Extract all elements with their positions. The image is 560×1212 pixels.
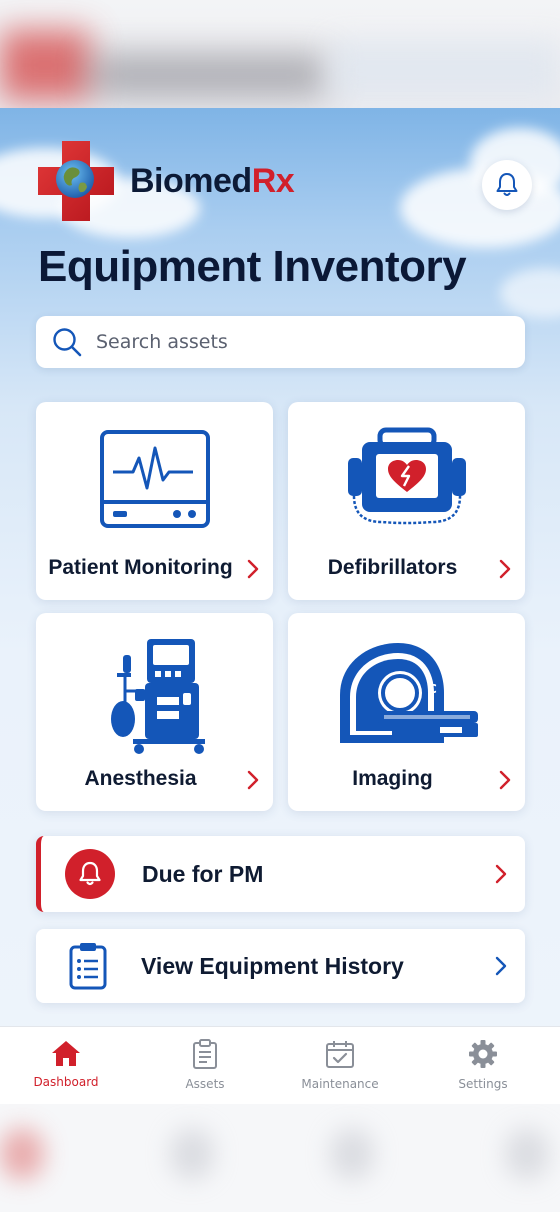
search-bar[interactable] bbox=[36, 316, 525, 368]
tab-settings[interactable]: Settings bbox=[428, 1039, 538, 1091]
category-label: Defibrillators bbox=[327, 556, 458, 579]
anesthesia-machine-icon bbox=[110, 639, 205, 754]
tab-label: Maintenance bbox=[301, 1077, 379, 1091]
chevron-right-icon bbox=[495, 864, 507, 884]
brand-name: BiomedRx bbox=[130, 161, 295, 200]
bell-badge bbox=[65, 849, 115, 899]
category-card-imaging[interactable]: C Imaging bbox=[288, 613, 525, 811]
tab-label: Assets bbox=[185, 1077, 225, 1091]
svg-text:C: C bbox=[428, 682, 437, 696]
category-card-anesthesia[interactable]: Anesthesia bbox=[36, 613, 273, 811]
ct-scanner-icon: C bbox=[339, 643, 478, 743]
tab-dashboard[interactable]: Dashboard bbox=[11, 1039, 121, 1089]
category-card-patient-monitoring[interactable]: Patient Monitoring bbox=[36, 402, 273, 600]
tab-label: Dashboard bbox=[33, 1075, 99, 1089]
notifications-button[interactable] bbox=[482, 160, 532, 210]
category-label: Imaging bbox=[352, 767, 433, 790]
gear-icon bbox=[469, 1040, 497, 1068]
app-screen: BiomedRx Equipment Inventory Pati bbox=[0, 108, 560, 1104]
category-label: Anesthesia bbox=[84, 767, 197, 790]
calendar-check-icon bbox=[326, 1041, 354, 1068]
category-card-defibrillators[interactable]: Defibrillators bbox=[288, 402, 525, 600]
category-label: Patient Monitoring bbox=[48, 556, 233, 579]
chevron-right-icon bbox=[495, 956, 507, 976]
app-header: BiomedRx bbox=[36, 136, 295, 226]
bell-icon bbox=[496, 173, 518, 196]
chevron-right-icon bbox=[499, 559, 511, 579]
tab-assets[interactable]: Assets bbox=[150, 1039, 260, 1091]
view-equipment-history-button[interactable]: View Equipment History bbox=[36, 929, 525, 1003]
clipboard-icon bbox=[69, 943, 107, 990]
chevron-right-icon bbox=[499, 770, 511, 790]
row-label: Due for PM bbox=[142, 860, 264, 887]
bottom-tab-bar: Dashboard Assets Maintenance Settings bbox=[0, 1026, 560, 1104]
page-title: Equipment Inventory bbox=[38, 242, 467, 291]
blurred-background-top bbox=[0, 0, 560, 108]
chevron-right-icon bbox=[247, 559, 259, 579]
due-for-pm-button[interactable]: Due for PM bbox=[36, 836, 525, 912]
search-input[interactable] bbox=[96, 331, 496, 353]
bell-icon bbox=[79, 861, 101, 886]
home-icon bbox=[52, 1041, 80, 1066]
chevron-right-icon bbox=[247, 770, 259, 790]
defibrillator-icon bbox=[347, 427, 466, 525]
patient-monitor-icon bbox=[99, 430, 210, 528]
search-icon bbox=[53, 328, 82, 357]
tab-maintenance[interactable]: Maintenance bbox=[285, 1039, 395, 1091]
row-label: View Equipment History bbox=[141, 952, 404, 979]
blurred-background-bottom bbox=[0, 1104, 560, 1212]
assets-icon bbox=[193, 1039, 217, 1069]
tab-label: Settings bbox=[458, 1077, 508, 1091]
logo-icon bbox=[36, 139, 116, 223]
